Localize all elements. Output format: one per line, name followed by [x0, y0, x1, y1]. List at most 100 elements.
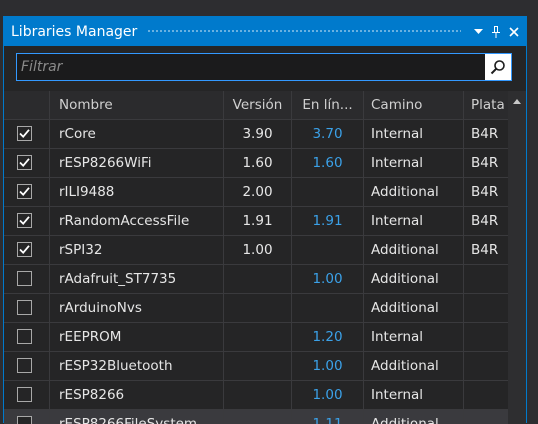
library-online-version: 3.70	[292, 120, 364, 148]
check-cell	[4, 236, 50, 264]
search-icon	[490, 60, 505, 75]
library-name: rAdafruit_ST7735	[50, 265, 224, 293]
panel-titlebar[interactable]: Libraries Manager	[4, 17, 526, 46]
scroll-up-icon[interactable]	[513, 99, 521, 104]
header-version[interactable]: Versión	[224, 91, 292, 119]
library-platform: B4R	[471, 213, 499, 229]
library-path: Additional	[364, 265, 464, 293]
table-row[interactable]: rESP32Bluetooth 1.00 Additional	[4, 352, 508, 381]
library-name: rSPI32	[50, 236, 224, 264]
row-checkbox[interactable]	[17, 126, 32, 141]
check-cell	[4, 120, 50, 148]
library-name: rESP8266WiFi	[50, 149, 224, 177]
check-cell	[4, 207, 50, 235]
row-checkbox[interactable]	[17, 300, 32, 315]
vertical-scrollbar[interactable]	[508, 91, 526, 424]
table-row[interactable]: rILI9488 2.00 Additional B4R	[4, 178, 508, 207]
row-checkbox[interactable]	[17, 358, 32, 373]
library-name: rESP8266FileSystem	[50, 410, 224, 424]
pin-icon[interactable]	[487, 25, 505, 38]
panel-title: Libraries Manager	[11, 23, 138, 40]
table-row[interactable]: rCore 3.90 3.70 Internal B4R	[4, 120, 508, 149]
library-version	[224, 323, 292, 351]
search-button[interactable]	[485, 54, 511, 80]
library-path: Additional	[364, 236, 464, 264]
library-version	[224, 352, 292, 380]
library-name: rEEPROM	[50, 323, 224, 351]
header-name[interactable]: Nombre	[50, 91, 224, 119]
library-version	[224, 294, 292, 322]
check-cell	[4, 178, 50, 206]
check-cell	[4, 294, 50, 322]
library-path: Internal	[364, 149, 464, 177]
table-row[interactable]: rESP8266 1.00 Internal	[4, 381, 508, 410]
library-name: rCore	[50, 120, 224, 148]
library-platform	[464, 294, 508, 322]
table-row[interactable]: rESP8266WiFi 1.60 1.60 Internal B4R	[4, 149, 508, 178]
library-version: 1.00	[224, 236, 292, 264]
filter-input[interactable]	[17, 54, 481, 80]
library-path: Additional	[364, 294, 464, 322]
library-path: Internal	[364, 323, 464, 351]
libraries-manager-panel: Libraries Manager Nombre	[3, 16, 527, 424]
library-platform: B4R	[471, 126, 499, 142]
library-path: Additional	[364, 178, 464, 206]
library-online-version: 1.00	[292, 265, 364, 293]
library-path: Additional	[364, 410, 464, 424]
header-platform[interactable]: Plata	[464, 91, 508, 119]
library-name: rRandomAccessFile	[50, 207, 224, 235]
library-name: rESP8266	[50, 381, 224, 409]
check-cell	[4, 149, 50, 177]
library-name: rILI9488	[50, 178, 224, 206]
filter-row	[4, 46, 526, 91]
check-cell	[4, 381, 50, 409]
table-row[interactable]: rSPI32 1.00 Additional B4R	[4, 236, 508, 265]
library-version: 2.00	[224, 178, 292, 206]
table-row[interactable]: rESP8266FileSystem 1.11 Additional	[4, 410, 508, 424]
library-online-version: 1.20	[292, 323, 364, 351]
row-checkbox[interactable]	[17, 387, 32, 402]
drag-grip[interactable]	[147, 29, 461, 34]
header-online[interactable]: En lín...	[292, 91, 364, 119]
row-checkbox[interactable]	[17, 329, 32, 344]
library-platform: B4R	[471, 155, 499, 171]
library-version: 1.60	[224, 149, 292, 177]
row-checkbox[interactable]	[17, 242, 32, 257]
table-row[interactable]: rArduinoNvs Additional	[4, 294, 508, 323]
library-platform	[464, 381, 508, 409]
library-name: rESP32Bluetooth	[50, 352, 224, 380]
header-path[interactable]: Camino	[364, 91, 464, 119]
library-platform	[464, 352, 508, 380]
table-row[interactable]: rRandomAccessFile 1.91 1.91 Internal B4R	[4, 207, 508, 236]
table-row[interactable]: rAdafruit_ST7735 1.00 Additional	[4, 265, 508, 294]
library-online-version: 1.91	[292, 207, 364, 235]
row-checkbox[interactable]	[17, 271, 32, 286]
library-online-version: 1.60	[292, 149, 364, 177]
library-online-version	[292, 294, 364, 322]
check-cell	[4, 410, 50, 424]
library-online-version: 1.00	[292, 352, 364, 380]
libraries-grid: Nombre Versión En lín... Camino Plata rC…	[4, 91, 508, 424]
grid-header: Nombre Versión En lín... Camino Plata	[4, 91, 508, 120]
row-checkbox[interactable]	[17, 213, 32, 228]
library-platform: B4R	[471, 184, 499, 200]
check-cell	[4, 265, 50, 293]
library-version: 3.90	[224, 120, 292, 148]
library-path: Internal	[364, 120, 464, 148]
library-path: Additional	[364, 352, 464, 380]
library-platform	[464, 265, 508, 293]
table-row[interactable]: rEEPROM 1.20 Internal	[4, 323, 508, 352]
library-name: rArduinoNvs	[50, 294, 224, 322]
dropdown-icon[interactable]	[469, 28, 487, 35]
library-version: 1.91	[224, 207, 292, 235]
header-check-column[interactable]	[4, 91, 50, 119]
library-path: Internal	[364, 381, 464, 409]
check-cell	[4, 323, 50, 351]
row-checkbox[interactable]	[17, 184, 32, 199]
close-icon[interactable]	[505, 26, 523, 37]
library-path: Internal	[364, 207, 464, 235]
row-checkbox[interactable]	[17, 155, 32, 170]
library-online-version: 1.11	[292, 410, 364, 424]
filter-box	[16, 53, 512, 81]
check-cell	[4, 352, 50, 380]
